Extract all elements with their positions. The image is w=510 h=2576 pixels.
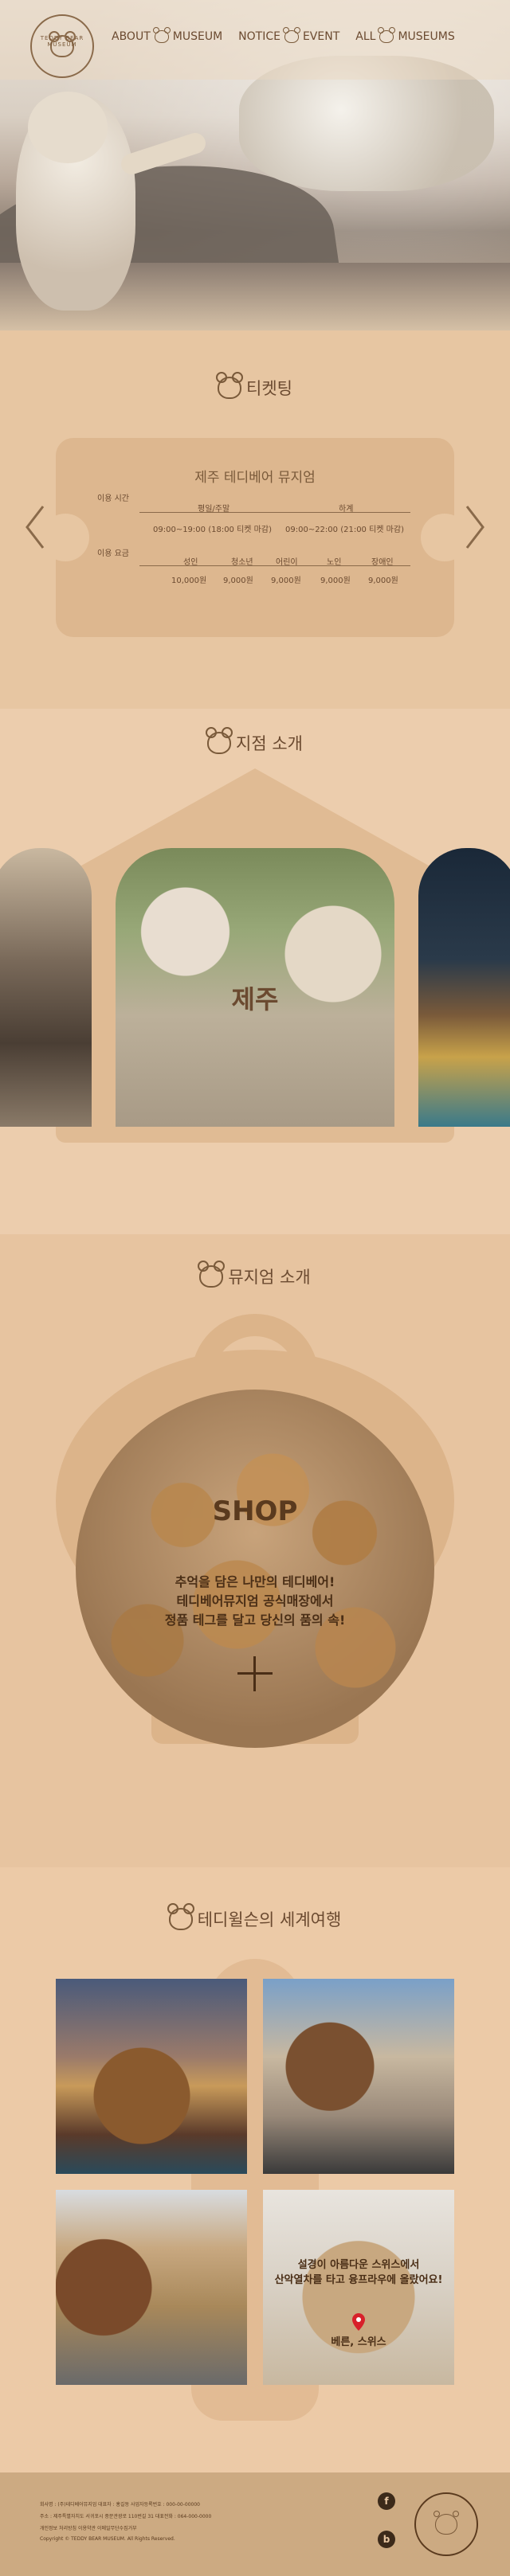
travel-location: 베른, 스위스 [331,2336,386,2348]
travel-image-venice [263,1979,454,2174]
shop-desc-line-3: 정품 테그를 달고 당신의 품의 속! [164,1612,346,1628]
fee-youth: 9,000원 [223,577,253,585]
shop-bears-image [76,1390,434,1748]
branch-section-title: 지점 소개 [0,727,510,755]
fee-label: 이용 요금 [97,549,129,558]
ticket-notch-left [41,514,89,561]
shop-description: 추억을 담은 나만의 테디베어! 테디베어뮤지엄 공식매장에서 정품 테그를 달… [0,1573,510,1630]
ticket-title-text: 티켓팅 [246,379,292,398]
ticket-notch-right [421,514,469,561]
nav-about-left: ABOUT [112,30,151,43]
footer-company: 회사명 : (주)테디베어뮤지엄 대표자 : 홍길동 사업자등록번호 : 000… [40,2502,200,2508]
footer-logo[interactable] [414,2492,478,2556]
bear-icon [206,727,233,754]
chevron-right-icon [465,506,484,549]
shop-title: SHOP [212,1495,298,1527]
fee-child: 9,000원 [271,577,301,585]
top-nav: TEDDY BEAR MUSEUM ABOUT MUSEUM NOTICE EV… [0,0,510,80]
nav-all-museums[interactable]: ALL MUSEUMS [355,27,455,43]
travel-caption-line-1: 설경이 아름다운 스위스에서 [297,2259,420,2271]
hours-weekday: 09:00~19:00 (18:00 티켓 마감) [153,526,272,534]
footer-links[interactable]: 개인정보 처리방침 이용약관 이메일무단수집거부 [40,2524,137,2531]
fee-disabled: 9,000원 [368,577,398,585]
ticket-divider [139,512,410,513]
nav-all-left: ALL [355,30,376,43]
nav-about-right: MUSEUM [172,30,223,43]
bear-icon [378,27,396,43]
nav-menu: ABOUT MUSEUM NOTICE EVENT ALL MUSEUMS [112,27,455,43]
blog-icon[interactable]: b [378,2531,395,2548]
hours-label: 이용 시간 [97,494,129,503]
nav-all-right: MUSEUMS [398,30,455,43]
ticket-prev-arrow[interactable] [22,503,46,551]
travel-photo-2[interactable] [263,1979,454,2174]
facebook-icon[interactable]: f [378,2492,395,2510]
nav-notice-right: EVENT [302,30,340,43]
bear-icon [282,27,300,43]
ticket-next-arrow[interactable] [464,503,488,551]
bear-logo-icon [434,2511,459,2535]
branch-current-label: 제주 [231,984,279,1014]
travel-image-night-city [56,1979,247,2174]
travel-section-title: 테디윌슨의 세계여행 [0,1903,510,1931]
logo-text: TEDDY BEAR MUSEUM [40,35,84,48]
bear-icon [216,372,244,399]
museum-section-title: 뮤지엄 소개 [0,1261,510,1288]
nav-notice-left: NOTICE [238,30,280,43]
fee-adult: 10,000원 [171,577,207,585]
bear-icon [167,1903,194,1930]
branch-title-text: 지점 소개 [236,734,303,753]
chevron-left-icon [26,506,45,549]
footer-address: 주소 : 제주특별자치도 서귀포시 중문관광로 110번길 31 대표전화 : … [40,2514,212,2519]
bear-icon [198,1261,226,1288]
shop-desc-line-2: 테디베어뮤지엄 공식매장에서 [176,1593,334,1609]
page: TEDDY BEAR MUSEUM ABOUT MUSEUM NOTICE EV… [0,0,510,2576]
travel-title-text: 테디윌슨의 세계여행 [197,1910,342,1929]
museum-title-text: 뮤지엄 소개 [228,1268,311,1287]
travel-photo-3[interactable] [56,2190,247,2385]
nav-about-museum[interactable]: ABOUT MUSEUM [112,27,223,43]
bear-icon [152,27,171,43]
travel-caption-line-2: 산악열차를 타고 융프라우에 올랐어요! [274,2274,443,2286]
hero-banner: TEDDY BEAR MUSEUM ABOUT MUSEUM NOTICE EV… [0,0,510,330]
shop-desc-line-1: 추억을 담은 나만의 테디베어! [175,1574,335,1589]
shop-image[interactable] [76,1390,434,1748]
nav-notice-event[interactable]: NOTICE EVENT [238,27,340,43]
ticket-section-title: 티켓팅 [0,372,510,400]
location-pin-icon [352,2313,365,2331]
ticket-museum-name: 제주 테디베어 뮤지엄 [194,470,316,486]
travel-photo-1[interactable] [56,1979,247,2174]
fee-divider [139,565,410,566]
fee-senior: 9,000원 [320,577,351,585]
hero-bear-adam-head [28,92,108,163]
travel-image-colosseum [56,2190,247,2385]
footer-copyright: Copyright © TEDDY BEAR MUSEUM. All Right… [40,2536,175,2542]
plus-icon[interactable] [237,1656,273,1691]
travel-caption: 설경이 아름다운 스위스에서 산악열차를 타고 융프라우에 올랐어요! [263,2257,454,2288]
hours-summer: 09:00~22:00 (21:00 티켓 마감) [285,526,404,534]
